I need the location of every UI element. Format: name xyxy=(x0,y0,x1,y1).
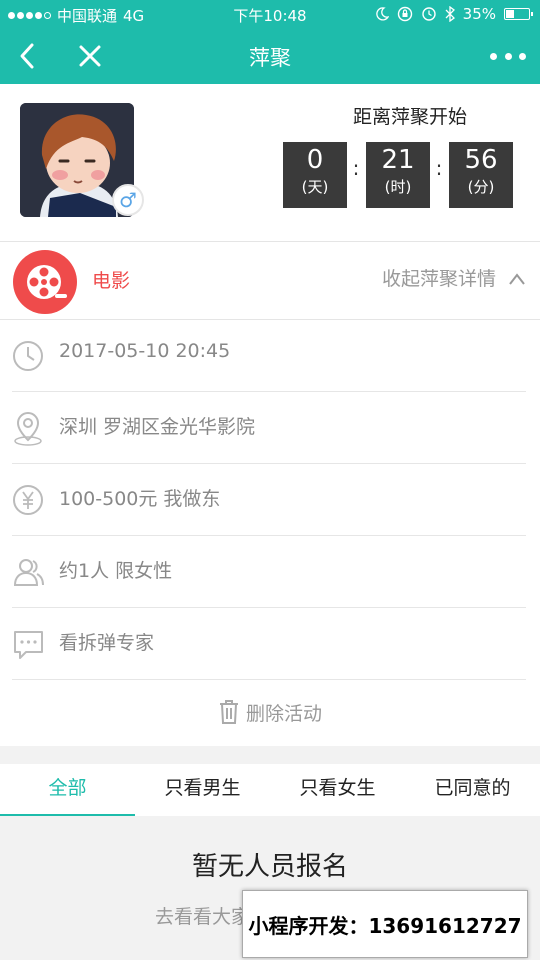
empty-state-link[interactable]: 去看看大家 xyxy=(155,902,250,929)
top-bar: 中国联通 4G 下午10:48 35% 萍聚 xyxy=(0,0,540,84)
delete-activity-button[interactable]: 删除活动 xyxy=(0,678,540,746)
tab-female-only[interactable]: 只看女生 xyxy=(270,764,405,816)
chevron-up-icon[interactable] xyxy=(508,270,526,288)
detail-time-row: 2017-05-10 20:45 xyxy=(12,320,526,392)
status-bar: 中国联通 4G 下午10:48 35% xyxy=(0,0,540,30)
countdown-hours: 21 (时) xyxy=(366,142,430,208)
detail-people: 约1人 限女性 xyxy=(59,560,173,582)
comment-icon xyxy=(14,631,43,659)
tab-all[interactable]: 全部 xyxy=(0,764,135,816)
detail-note: 看拆弹专家 xyxy=(59,632,155,654)
countdown-hours-unit: (时) xyxy=(384,178,412,196)
promo-overlay: 小程序开发：13691612727 xyxy=(242,890,528,958)
detail-location: 深圳 罗湖区金光华影院 xyxy=(59,416,256,438)
countdown-separator: : xyxy=(352,156,360,180)
page-title: 萍聚 xyxy=(249,46,291,70)
detail-time: 2017-05-10 20:45 xyxy=(59,340,231,362)
battery-percent: 35% xyxy=(462,5,496,23)
tab-approved[interactable]: 已同意的 xyxy=(405,764,540,816)
category-label: 电影 xyxy=(92,270,131,292)
countdown-hours-value: 21 xyxy=(381,145,415,175)
countdown-days-unit: (天) xyxy=(301,178,329,196)
countdown-separator: : xyxy=(435,156,443,180)
collapse-details-link[interactable]: 收起萍聚详情 xyxy=(382,264,496,291)
countdown-days-value: 0 xyxy=(306,145,324,175)
detail-cost: 100-500元 我做东 xyxy=(59,488,221,510)
more-menu-icon[interactable] xyxy=(490,44,526,68)
moon-icon xyxy=(375,7,389,21)
location-pin-icon xyxy=(14,412,42,446)
detail-note-row: 看拆弹专家 xyxy=(12,608,526,680)
filter-tabs: 全部 只看男生 只看女生 已同意的 xyxy=(0,764,540,816)
clock-icon xyxy=(13,341,43,371)
detail-cost-row: 100-500元 我做东 xyxy=(12,464,526,536)
bluetooth-icon xyxy=(445,6,455,22)
tab-male-only[interactable]: 只看男生 xyxy=(135,764,270,816)
profile-section: ♂ 距离萍聚开始 0 (天) : 21 (时) : 56 (分) xyxy=(0,84,540,242)
nav-bar: 萍聚 xyxy=(0,30,540,84)
details-list: 2017-05-10 20:45 深圳 罗湖区金光华影院 100-500元 我做… xyxy=(0,320,540,746)
delete-activity-label: 删除活动 xyxy=(245,702,322,725)
detail-people-row: 约1人 限女性 xyxy=(12,536,526,608)
rotation-lock-icon xyxy=(397,6,412,22)
countdown-minutes-unit: (分) xyxy=(467,178,495,196)
countdown-days: 0 (天) xyxy=(283,142,347,208)
countdown-minutes: 56 (分) xyxy=(449,142,513,208)
countdown-title: 距离萍聚开始 xyxy=(352,106,467,128)
gender-male-icon: ♂ xyxy=(112,184,144,216)
category-row: 电影 收起萍聚详情 xyxy=(0,242,540,320)
yuan-icon xyxy=(13,485,43,515)
battery-icon xyxy=(504,8,533,20)
alarm-icon xyxy=(421,7,436,21)
film-reel-icon xyxy=(13,250,77,314)
empty-state-title: 暂无人员报名 xyxy=(191,852,348,882)
detail-location-row: 深圳 罗湖区金光华影院 xyxy=(12,392,526,464)
people-icon xyxy=(13,559,44,586)
countdown-minutes-value: 56 xyxy=(464,145,498,175)
trash-icon xyxy=(219,700,238,724)
